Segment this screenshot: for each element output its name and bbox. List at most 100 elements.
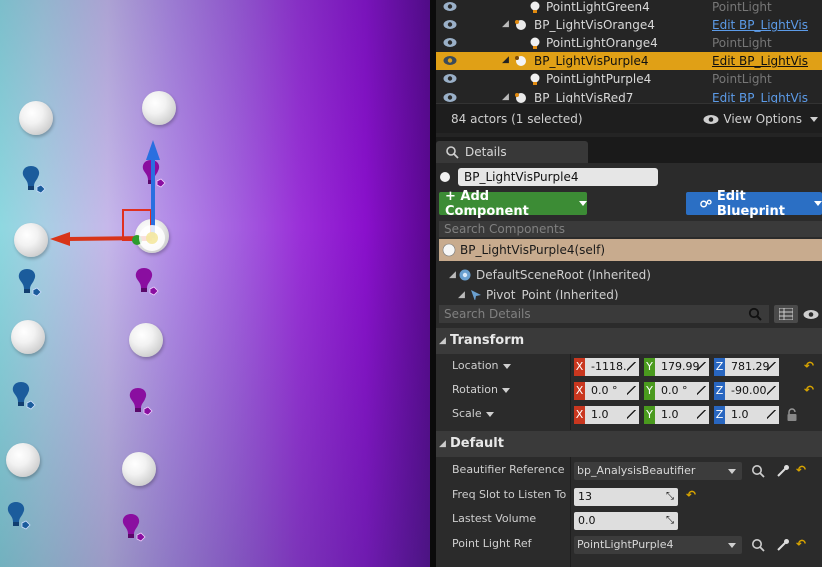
- actor-name-field[interactable]: BP_LightVisPurple4: [458, 168, 658, 186]
- default-section-header[interactable]: ◢ Default: [436, 431, 822, 457]
- expand-arrow-icon[interactable]: ◢: [502, 19, 509, 29]
- location-label[interactable]: Location: [452, 359, 511, 372]
- lock-icon[interactable]: [786, 408, 798, 422]
- property-matrix-button[interactable]: [774, 305, 798, 323]
- point-light-ref-dropdown[interactable]: PointLightPurple4: [574, 536, 742, 554]
- point-light-icon[interactable]: [16, 267, 42, 301]
- location-x-field[interactable]: X -1118.: [574, 358, 640, 376]
- transform-section-header[interactable]: ◢ Transform: [436, 328, 822, 354]
- reset-to-default-icon[interactable]: ↶: [804, 359, 814, 373]
- tab-details[interactable]: Details: [436, 141, 588, 163]
- browse-search-icon[interactable]: [751, 464, 765, 478]
- scale-label[interactable]: Scale: [452, 407, 494, 420]
- outliner-row-type-link[interactable]: Edit BP_LightVis: [712, 18, 808, 32]
- rotation-x-value[interactable]: 0.0 °: [585, 382, 639, 400]
- add-component-label: + Add Component: [445, 188, 529, 219]
- outliner-row[interactable]: PointLightPurple4 PointLight: [436, 70, 822, 88]
- outliner-row-type-link[interactable]: Edit BP_LightVis: [712, 54, 808, 68]
- reset-to-default-icon[interactable]: ↶: [804, 383, 814, 397]
- point-light-icon[interactable]: [133, 266, 159, 300]
- transform-gizmo[interactable]: [40, 136, 180, 256]
- rotation-label[interactable]: Rotation: [452, 383, 511, 396]
- chevron-down-icon: [579, 201, 587, 206]
- expand-arrow-icon[interactable]: ◢: [502, 55, 509, 65]
- chevron-down-icon: [810, 116, 818, 122]
- outliner-row[interactable]: ◢ BP_LightVisRed7 Edit BP_LightVis: [436, 89, 822, 103]
- search-icon[interactable]: [748, 307, 762, 321]
- visibility-eye-icon[interactable]: [443, 92, 457, 103]
- sphere-actor[interactable]: [11, 320, 45, 354]
- sphere-actor[interactable]: [19, 101, 53, 135]
- location-y-field[interactable]: Y 179.99: [644, 358, 710, 376]
- sphere-actor[interactable]: [6, 443, 40, 477]
- axis-tag-z: Z: [714, 358, 725, 376]
- scale-x-field[interactable]: X 1.0: [574, 406, 640, 424]
- scale-z-value[interactable]: 1.0: [725, 406, 779, 424]
- view-options-button[interactable]: View Options: [703, 112, 818, 126]
- component-tree-row[interactable]: ◢ Pivot_Point (Inherited): [436, 286, 822, 300]
- location-z-field[interactable]: Z 781.29: [714, 358, 780, 376]
- rotation-z-field[interactable]: Z -90.00: [714, 382, 780, 400]
- view-options-label: View Options: [723, 112, 802, 126]
- outliner-row[interactable]: ◢ BP_LightVisOrange4 Edit BP_LightVis: [436, 16, 822, 34]
- outliner-row-selected[interactable]: ◢ BP_LightVisPurple4 Edit BP_LightVis: [436, 52, 822, 70]
- reset-to-default-icon[interactable]: ↶: [796, 537, 806, 551]
- search-details-input[interactable]: Search Details: [439, 305, 769, 323]
- location-x-value[interactable]: -1118.: [585, 358, 639, 376]
- component-tree-label: Pivot_Point (Inherited): [486, 288, 619, 300]
- expand-arrow-icon[interactable]: ◢: [502, 92, 509, 102]
- component-tree-row[interactable]: ◢ DefaultSceneRoot (Inherited): [436, 266, 822, 284]
- reset-to-default-icon[interactable]: ↶: [796, 463, 806, 477]
- scale-y-value[interactable]: 1.0: [655, 406, 709, 424]
- rotation-z-value[interactable]: -90.00: [725, 382, 779, 400]
- sphere-actor[interactable]: [129, 323, 163, 357]
- scale-z-field[interactable]: Z 1.0: [714, 406, 780, 424]
- scale-x-value[interactable]: 1.0: [585, 406, 639, 424]
- gears-icon: [700, 199, 712, 207]
- eyedropper-icon[interactable]: [776, 464, 790, 478]
- expand-arrow-icon[interactable]: ◢: [458, 286, 465, 300]
- outliner-row[interactable]: PointLightOrange4 PointLight: [436, 34, 822, 52]
- lastest-volume-field[interactable]: 0.0 ⤡: [574, 512, 678, 530]
- scale-row: Scale X 1.0 Y 1.0 Z 1.0: [436, 403, 822, 427]
- rotation-y-value[interactable]: 0.0 °: [655, 382, 709, 400]
- visibility-eye-icon[interactable]: [443, 19, 457, 30]
- visibility-filter-button[interactable]: [800, 305, 822, 323]
- visibility-eye-icon[interactable]: [443, 55, 457, 66]
- sphere-actor[interactable]: [142, 91, 176, 125]
- visibility-eye-icon[interactable]: [443, 37, 457, 48]
- add-component-button[interactable]: + Add Component: [439, 189, 587, 219]
- sphere-actor[interactable]: [122, 452, 156, 486]
- rotation-y-field[interactable]: Y 0.0 °: [644, 382, 710, 400]
- location-z-value[interactable]: 781.29: [725, 358, 779, 376]
- gizmo-z-arrow[interactable]: [146, 140, 160, 160]
- gizmo-x-arrow[interactable]: [50, 232, 70, 246]
- freq-slot-field[interactable]: 13 ⤡: [574, 488, 678, 506]
- component-self-row[interactable]: BP_LightVisPurple4(self): [439, 239, 822, 261]
- world-outliner[interactable]: PointLightGreen4 PointLight ◢ BP_LightVi…: [436, 0, 822, 103]
- axis-tag-z: Z: [714, 406, 725, 424]
- location-y-value[interactable]: 179.99: [655, 358, 709, 376]
- point-light-icon[interactable]: [10, 380, 36, 414]
- scale-y-field[interactable]: Y 1.0: [644, 406, 710, 424]
- edit-blueprint-button[interactable]: Edit Blueprint: [686, 189, 822, 219]
- level-viewport[interactable]: [0, 0, 430, 567]
- outliner-row-name: BP_LightVisOrange4: [534, 18, 655, 32]
- outliner-row-type-link[interactable]: Edit BP_LightVis: [712, 91, 808, 103]
- outliner-row[interactable]: PointLightGreen4 PointLight: [436, 0, 822, 16]
- reset-to-default-icon[interactable]: ↶: [686, 488, 696, 502]
- outliner-footer: 84 actors (1 selected) View Options: [436, 103, 822, 133]
- point-light-icon[interactable]: [5, 500, 31, 534]
- location-row: Location X -1118. Y 179.99 Z 781.29 ↶: [436, 355, 822, 379]
- point-light-icon[interactable]: [127, 386, 153, 420]
- expand-arrow-icon[interactable]: ◢: [449, 266, 456, 284]
- beautifier-reference-dropdown[interactable]: bp_AnalysisBeautifier: [574, 462, 742, 480]
- visibility-eye-icon[interactable]: [443, 73, 457, 84]
- browse-search-icon[interactable]: [751, 538, 765, 552]
- search-components-input[interactable]: Search Components: [439, 221, 822, 237]
- eyedropper-icon[interactable]: [776, 538, 790, 552]
- outliner-row-name: PointLightPurple4: [546, 72, 652, 86]
- rotation-x-field[interactable]: X 0.0 °: [574, 382, 640, 400]
- point-light-icon[interactable]: [120, 512, 146, 546]
- visibility-eye-icon[interactable]: [443, 1, 457, 12]
